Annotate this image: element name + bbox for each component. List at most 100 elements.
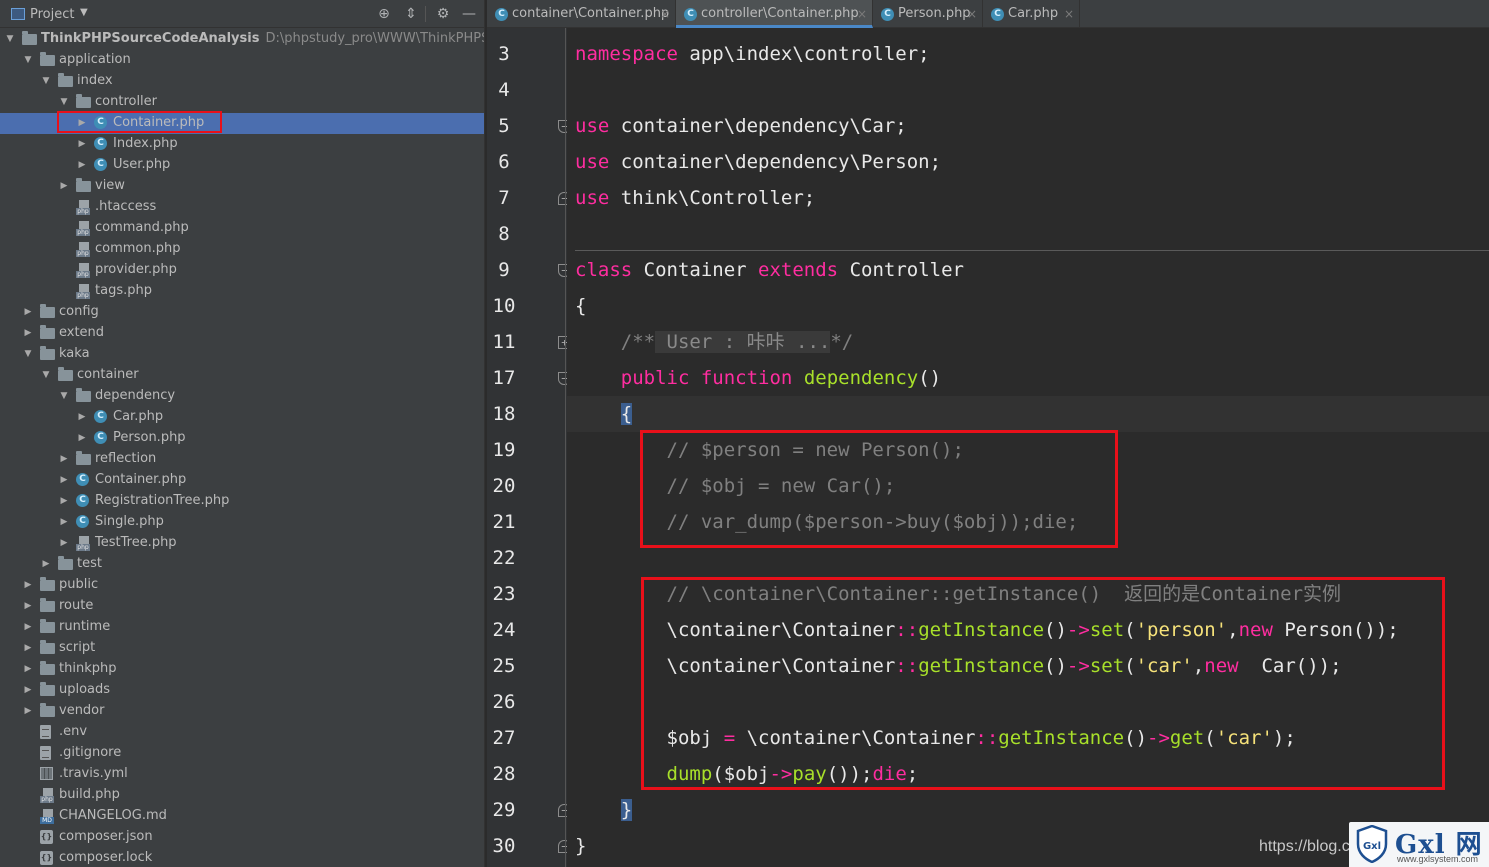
tree-item[interactable]: ▶ config bbox=[0, 302, 484, 323]
gear-icon[interactable]: ⚙ bbox=[434, 5, 452, 23]
tree-item-label: vendor bbox=[59, 703, 104, 719]
collapse-all-icon[interactable]: ⇕ bbox=[402, 5, 420, 23]
tree-item[interactable]: php provider.php bbox=[0, 260, 484, 281]
tree-item[interactable]: php .htaccess bbox=[0, 197, 484, 218]
editor-tab[interactable]: Ccontainer\Container.php × bbox=[487, 0, 676, 28]
tree-item[interactable]: .travis.yml bbox=[0, 764, 484, 785]
tree-item[interactable]: ▶ thinkphp bbox=[0, 659, 484, 680]
tree-item[interactable]: ▶ view bbox=[0, 176, 484, 197]
tree-item[interactable]: ▶ route bbox=[0, 596, 484, 617]
tree-item[interactable]: ▼ controller bbox=[0, 92, 484, 113]
tree-item[interactable]: ▶ C Index.php bbox=[0, 134, 484, 155]
tree-item[interactable]: ▶ C Container.php bbox=[0, 470, 484, 491]
folder-icon-wrap bbox=[76, 451, 91, 466]
collapsed-arrow-icon[interactable]: ▶ bbox=[40, 557, 52, 571]
project-view-selector[interactable]: Project bbox=[30, 7, 74, 22]
expanded-arrow-icon[interactable]: ▼ bbox=[4, 32, 16, 46]
close-icon[interactable]: × bbox=[857, 0, 867, 28]
tree-item[interactable]: ▶ test bbox=[0, 554, 484, 575]
tree-item[interactable]: ▶ reflection bbox=[0, 449, 484, 470]
tree-item[interactable]: {} composer.lock bbox=[0, 848, 484, 867]
tree-item[interactable]: ▼ container bbox=[0, 365, 484, 386]
tree-item[interactable]: ▼ dependency bbox=[0, 386, 484, 407]
tree-item[interactable]: .gitignore bbox=[0, 743, 484, 764]
tree-item[interactable]: ▼ ThinkPHPSourceCodeAnalysis D:\phpstudy_p… bbox=[0, 29, 484, 50]
expanded-arrow-icon[interactable]: ▼ bbox=[22, 347, 34, 361]
editor-tab[interactable]: C Person.php × bbox=[873, 0, 983, 28]
tree-item[interactable]: MD CHANGELOG.md bbox=[0, 806, 484, 827]
tree-item[interactable]: ▼ application bbox=[0, 50, 484, 71]
collapsed-arrow-icon[interactable]: ▶ bbox=[22, 662, 34, 676]
collapsed-arrow-icon[interactable]: ▶ bbox=[58, 452, 70, 466]
tree-item[interactable]: .env bbox=[0, 722, 484, 743]
folder-icon bbox=[22, 31, 37, 45]
code-token: -> bbox=[1147, 727, 1170, 749]
collapsed-arrow-icon[interactable]: ▶ bbox=[76, 116, 88, 130]
tree-item[interactable]: ▶ vendor bbox=[0, 701, 484, 722]
tree-item[interactable]: ▶ C RegistrationTree.php bbox=[0, 491, 484, 512]
tree-item[interactable]: ▶ extend bbox=[0, 323, 484, 344]
tree-item[interactable]: ▶ C Container.php bbox=[0, 113, 484, 134]
tree-item[interactable]: {} composer.json bbox=[0, 827, 484, 848]
tree-item[interactable]: ▶ C User.php bbox=[0, 155, 484, 176]
expanded-arrow-icon[interactable]: ▼ bbox=[40, 368, 52, 382]
collapsed-arrow-icon[interactable]: ▶ bbox=[22, 305, 34, 319]
json-file-icon-wrap: {} bbox=[40, 851, 55, 865]
close-icon[interactable]: × bbox=[1064, 0, 1074, 28]
tree-item[interactable]: ▼ kaka bbox=[0, 344, 484, 365]
chevron-down-icon[interactable]: ▼ bbox=[80, 7, 88, 18]
php-class-icon: C bbox=[76, 473, 89, 486]
tree-item-label: thinkphp bbox=[59, 661, 116, 677]
tree-item-name: command.php bbox=[95, 220, 189, 235]
collapsed-arrow-icon[interactable]: ▶ bbox=[58, 536, 70, 550]
tree-item-name: User.php bbox=[113, 157, 171, 172]
collapsed-arrow-icon[interactable]: ▶ bbox=[22, 578, 34, 592]
tree-item[interactable]: ▶ public bbox=[0, 575, 484, 596]
code-editor[interactable]: namespace app\index\controller; use conta… bbox=[567, 28, 1489, 867]
collapsed-arrow-icon[interactable]: ▶ bbox=[22, 599, 34, 613]
line-number: 9 bbox=[498, 259, 510, 281]
crosshair-icon[interactable]: ⊕ bbox=[375, 5, 393, 23]
code-line: use container\dependency\Car; bbox=[575, 108, 907, 144]
collapsed-arrow-icon[interactable]: ▶ bbox=[76, 431, 88, 445]
expanded-arrow-icon[interactable]: ▼ bbox=[58, 95, 70, 109]
tree-item[interactable]: ▶ C Person.php bbox=[0, 428, 484, 449]
tree-item-name: Car.php bbox=[113, 409, 164, 424]
tree-item[interactable]: ▶ runtime bbox=[0, 617, 484, 638]
collapsed-arrow-icon[interactable]: ▶ bbox=[22, 620, 34, 634]
tree-item[interactable]: ▶ C Car.php bbox=[0, 407, 484, 428]
current-line-highlight bbox=[567, 396, 1489, 432]
collapsed-arrow-icon[interactable]: ▶ bbox=[58, 179, 70, 193]
tree-item[interactable]: php tags.php bbox=[0, 281, 484, 302]
collapsed-arrow-icon[interactable]: ▶ bbox=[76, 158, 88, 172]
tree-item[interactable]: ▶ php TestTree.php bbox=[0, 533, 484, 554]
collapsed-arrow-icon[interactable]: ▶ bbox=[22, 326, 34, 340]
collapsed-arrow-icon[interactable]: ▶ bbox=[76, 137, 88, 151]
tree-item[interactable]: php build.php bbox=[0, 785, 484, 806]
editor-tab[interactable]: Ccontroller\Container.php × bbox=[676, 0, 873, 28]
editor-tab[interactable]: C Car.php × bbox=[983, 0, 1080, 28]
tree-item-label: .env bbox=[59, 724, 87, 740]
tree-item[interactable]: ▶ script bbox=[0, 638, 484, 659]
collapsed-arrow-icon[interactable]: ▶ bbox=[22, 641, 34, 655]
collapsed-arrow-icon[interactable]: ▶ bbox=[58, 494, 70, 508]
expanded-arrow-icon[interactable]: ▼ bbox=[58, 389, 70, 403]
close-icon[interactable]: × bbox=[660, 0, 670, 28]
tree-item-label: CHANGELOG.md bbox=[59, 808, 167, 824]
tree-item[interactable]: php common.php bbox=[0, 239, 484, 260]
code-token: $obj bbox=[575, 727, 724, 749]
tree-item[interactable]: ▼ index bbox=[0, 71, 484, 92]
collapsed-arrow-icon[interactable]: ▶ bbox=[76, 410, 88, 424]
tree-item[interactable]: php command.php bbox=[0, 218, 484, 239]
collapsed-arrow-icon[interactable]: ▶ bbox=[22, 683, 34, 697]
expanded-arrow-icon[interactable]: ▼ bbox=[40, 74, 52, 88]
code-token: use bbox=[575, 115, 610, 137]
collapsed-arrow-icon[interactable]: ▶ bbox=[58, 473, 70, 487]
tree-item[interactable]: ▶ C Single.php bbox=[0, 512, 484, 533]
minimize-icon[interactable]: — bbox=[460, 5, 478, 23]
expanded-arrow-icon[interactable]: ▼ bbox=[22, 53, 34, 67]
collapsed-arrow-icon[interactable]: ▶ bbox=[58, 515, 70, 529]
tree-item[interactable]: ▶ uploads bbox=[0, 680, 484, 701]
close-icon[interactable]: × bbox=[967, 0, 977, 28]
collapsed-arrow-icon[interactable]: ▶ bbox=[22, 704, 34, 718]
